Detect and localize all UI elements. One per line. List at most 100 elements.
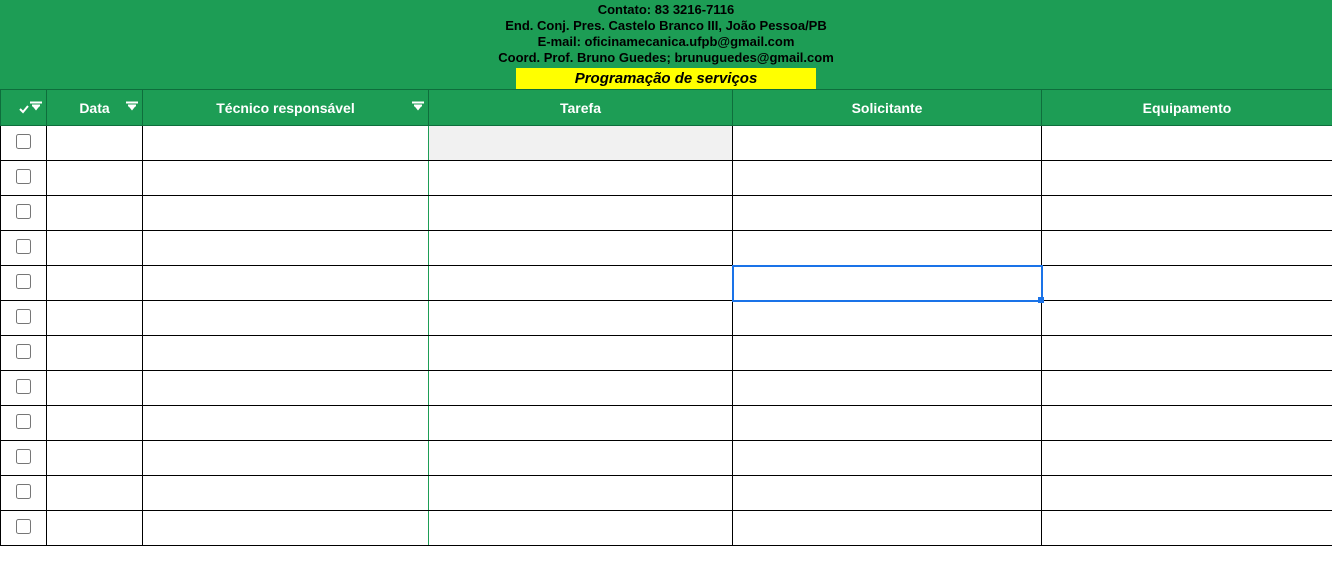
- cell-tarefa[interactable]: [429, 301, 733, 336]
- cell-equipamento[interactable]: [1042, 476, 1332, 511]
- cell-equipamento[interactable]: [1042, 231, 1332, 266]
- table-row: [1, 266, 1332, 301]
- cell-solicitante[interactable]: [733, 511, 1042, 546]
- cell-tarefa[interactable]: [429, 476, 733, 511]
- column-header-equipamento[interactable]: Equipamento: [1042, 90, 1332, 126]
- column-header-check[interactable]: [1, 90, 47, 126]
- cell-equipamento[interactable]: [1042, 126, 1332, 161]
- cell-tarefa[interactable]: [429, 406, 733, 441]
- cell-check[interactable]: [1, 126, 47, 161]
- cell-data[interactable]: [47, 231, 143, 266]
- cell-data[interactable]: [47, 266, 143, 301]
- cell-check[interactable]: [1, 336, 47, 371]
- cell-tecnico[interactable]: [143, 371, 429, 406]
- cell-tecnico[interactable]: [143, 476, 429, 511]
- row-checkbox[interactable]: [16, 204, 31, 219]
- row-checkbox[interactable]: [16, 484, 31, 499]
- cell-tecnico[interactable]: [143, 336, 429, 371]
- cell-equipamento[interactable]: [1042, 336, 1332, 371]
- cell-data[interactable]: [47, 161, 143, 196]
- cell-check[interactable]: [1, 266, 47, 301]
- cell-check[interactable]: [1, 441, 47, 476]
- cell-equipamento[interactable]: [1042, 266, 1332, 301]
- cell-tarefa[interactable]: [429, 196, 733, 231]
- cell-check[interactable]: [1, 511, 47, 546]
- row-checkbox[interactable]: [16, 169, 31, 184]
- cell-data[interactable]: [47, 301, 143, 336]
- header-band: Contato: 83 3216-7116 End. Conj. Pres. C…: [0, 0, 1332, 89]
- table-row: [1, 476, 1332, 511]
- cell-solicitante[interactable]: [733, 476, 1042, 511]
- cell-data[interactable]: [47, 441, 143, 476]
- cell-check[interactable]: [1, 406, 47, 441]
- cell-check[interactable]: [1, 196, 47, 231]
- cell-data[interactable]: [47, 371, 143, 406]
- cell-tarefa[interactable]: [429, 511, 733, 546]
- cell-check[interactable]: [1, 476, 47, 511]
- cell-tecnico[interactable]: [143, 196, 429, 231]
- cell-check[interactable]: [1, 231, 47, 266]
- cell-data[interactable]: [47, 336, 143, 371]
- cell-solicitante[interactable]: [733, 161, 1042, 196]
- filter-icon[interactable]: [32, 105, 40, 110]
- cell-data[interactable]: [47, 406, 143, 441]
- row-checkbox[interactable]: [16, 309, 31, 324]
- cell-solicitante[interactable]: [733, 231, 1042, 266]
- cell-solicitante[interactable]: [733, 371, 1042, 406]
- table-row: [1, 441, 1332, 476]
- cell-solicitante[interactable]: [733, 301, 1042, 336]
- row-checkbox[interactable]: [16, 134, 31, 149]
- column-header-solicitante[interactable]: Solicitante: [733, 90, 1042, 126]
- cell-tarefa[interactable]: [429, 371, 733, 406]
- row-checkbox[interactable]: [16, 379, 31, 394]
- column-header-tarefa[interactable]: Tarefa: [429, 90, 733, 126]
- cell-equipamento[interactable]: [1042, 161, 1332, 196]
- cell-solicitante[interactable]: [733, 441, 1042, 476]
- cell-equipamento[interactable]: [1042, 196, 1332, 231]
- row-checkbox[interactable]: [16, 519, 31, 534]
- cell-equipamento[interactable]: [1042, 511, 1332, 546]
- cell-tecnico[interactable]: [143, 161, 429, 196]
- cell-tecnico[interactable]: [143, 231, 429, 266]
- row-checkbox[interactable]: [16, 449, 31, 464]
- cell-check[interactable]: [1, 301, 47, 336]
- cell-data[interactable]: [47, 196, 143, 231]
- cell-tarefa[interactable]: [429, 126, 733, 161]
- cell-data[interactable]: [47, 511, 143, 546]
- cell-solicitante[interactable]: [733, 196, 1042, 231]
- row-checkbox[interactable]: [16, 414, 31, 429]
- row-checkbox[interactable]: [16, 344, 31, 359]
- table-row: [1, 301, 1332, 336]
- row-checkbox[interactable]: [16, 274, 31, 289]
- cell-equipamento[interactable]: [1042, 441, 1332, 476]
- cell-tecnico[interactable]: [143, 126, 429, 161]
- column-header-data[interactable]: Data: [47, 90, 143, 126]
- cell-tarefa[interactable]: [429, 336, 733, 371]
- cell-tecnico[interactable]: [143, 406, 429, 441]
- cell-tarefa[interactable]: [429, 161, 733, 196]
- cell-tarefa[interactable]: [429, 266, 733, 301]
- cell-equipamento[interactable]: [1042, 371, 1332, 406]
- page-title: Programação de serviços: [516, 68, 816, 89]
- cell-tarefa[interactable]: [429, 231, 733, 266]
- column-header-tecnico[interactable]: Técnico responsável: [143, 90, 429, 126]
- cell-equipamento[interactable]: [1042, 406, 1332, 441]
- row-checkbox[interactable]: [16, 239, 31, 254]
- cell-solicitante[interactable]: [733, 336, 1042, 371]
- filter-icon[interactable]: [414, 105, 422, 110]
- cell-tecnico[interactable]: [143, 301, 429, 336]
- cell-solicitante[interactable]: [733, 406, 1042, 441]
- cell-tarefa[interactable]: [429, 441, 733, 476]
- cell-tecnico[interactable]: [143, 511, 429, 546]
- cell-solicitante[interactable]: [733, 126, 1042, 161]
- cell-data[interactable]: [47, 476, 143, 511]
- cell-data[interactable]: [47, 126, 143, 161]
- cell-tecnico[interactable]: [143, 441, 429, 476]
- filter-icon[interactable]: [128, 105, 136, 110]
- cell-check[interactable]: [1, 371, 47, 406]
- cell-tecnico[interactable]: [143, 266, 429, 301]
- cell-equipamento[interactable]: [1042, 301, 1332, 336]
- cell-check[interactable]: [1, 161, 47, 196]
- services-table[interactable]: Data Técnico responsável Tarefa Solicita…: [0, 89, 1332, 546]
- cell-solicitante[interactable]: [733, 266, 1042, 301]
